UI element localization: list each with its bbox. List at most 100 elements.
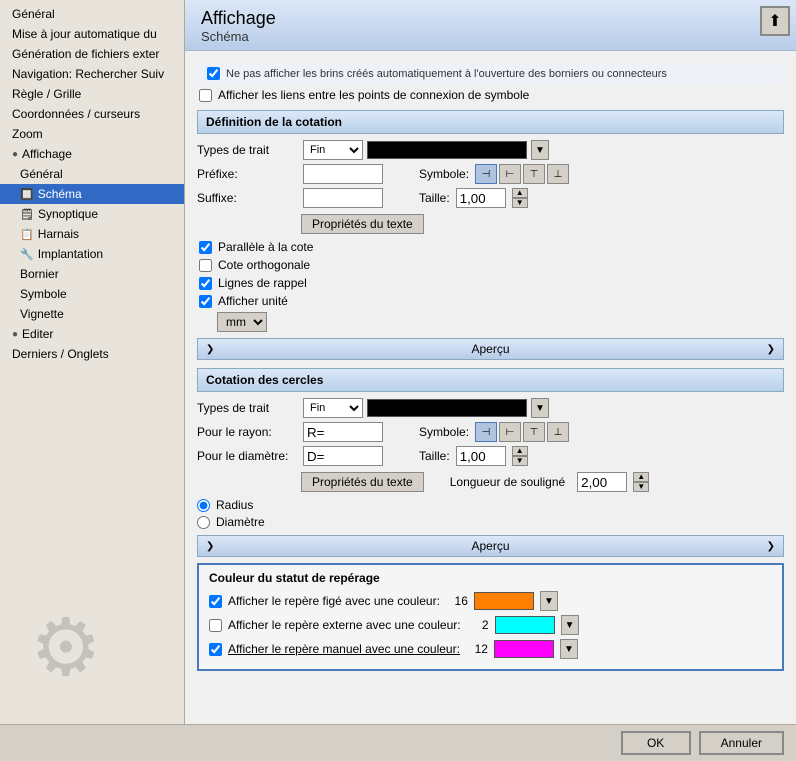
types-trait-label: Types de trait xyxy=(197,143,297,157)
sidebar-item-nav[interactable]: Navigation: Rechercher Suiv xyxy=(0,64,184,84)
sidebar-item-schema[interactable]: 🔲 Schéma ➤ xyxy=(0,184,184,204)
sidebar-item-affichage[interactable]: ● Affichage xyxy=(0,144,184,164)
lignes-rappel-checkbox[interactable] xyxy=(199,277,212,290)
chip-icon: 🔧 xyxy=(20,248,34,261)
line-style-preview-2 xyxy=(367,399,527,417)
color-dropdown-fige[interactable]: ▼ xyxy=(540,591,558,611)
sidebar-item-regle[interactable]: Règle / Grille xyxy=(0,84,184,104)
bottom-bar: OK Annuler xyxy=(0,724,796,761)
taille-input[interactable] xyxy=(456,188,506,208)
prefixe-label: Préfixe: xyxy=(197,167,297,181)
prefixe-input[interactable] xyxy=(303,164,383,184)
sym-btn-4[interactable]: ⊥ xyxy=(547,164,569,184)
spin-up-2[interactable]: ▲ xyxy=(512,446,528,456)
rayon-label: Pour le rayon: xyxy=(197,425,297,439)
rayon-row: Pour le rayon: Symbole: ⊣ ⊢ ⊤ ⊥ xyxy=(197,422,784,442)
radius-radio[interactable] xyxy=(197,499,210,512)
spin-up-3[interactable]: ▲ xyxy=(633,472,649,482)
notice-text-1: Ne pas afficher les brins créés automati… xyxy=(226,68,667,80)
types-trait-select[interactable]: Fin xyxy=(303,140,363,160)
suffixe-label: Suffixe: xyxy=(197,191,297,205)
props-text-button-2[interactable]: Propriétés du texte xyxy=(301,472,424,492)
notice-checkbox-2[interactable] xyxy=(199,89,212,102)
sym-btn-1[interactable]: ⊣ xyxy=(475,164,497,184)
rayon-input[interactable] xyxy=(303,422,383,442)
sidebar-label: Zoom xyxy=(12,127,43,141)
types-trait-select-2[interactable]: Fin xyxy=(303,398,363,418)
sym-btn-c4[interactable]: ⊥ xyxy=(547,422,569,442)
sym-btn-c2[interactable]: ⊢ xyxy=(499,422,521,442)
page-title: Affichage xyxy=(201,8,780,29)
section-header-definition: Définition de la cotation xyxy=(197,110,784,134)
line-style-preview xyxy=(367,141,527,159)
sym-btn-3[interactable]: ⊤ xyxy=(523,164,545,184)
spin-down-3[interactable]: ▼ xyxy=(633,482,649,492)
color-dropdown-externe[interactable]: ▼ xyxy=(561,615,579,635)
main-header: Affichage Schéma xyxy=(185,0,796,51)
suffixe-row: Suffixe: Taille: ▲ ▼ xyxy=(197,188,784,208)
sidebar-item-zoom[interactable]: Zoom xyxy=(0,124,184,144)
dropdown-arrow-2[interactable]: ▼ xyxy=(531,398,549,418)
apercu-bar-2[interactable]: ❯ Aperçu ❯ xyxy=(197,535,784,557)
orthogonale-checkbox[interactable] xyxy=(199,259,212,272)
color-checkbox-fige[interactable] xyxy=(209,595,222,608)
scroll-area[interactable]: Ne pas afficher les brins créés automati… xyxy=(185,51,796,724)
dropdown-arrow[interactable]: ▼ xyxy=(531,140,549,160)
sidebar-item-derniers[interactable]: Derniers / Onglets xyxy=(0,344,184,364)
sidebar-item-synoptique[interactable]: 🗒 Synoptique xyxy=(0,204,184,224)
sidebar-item-general[interactable]: Général xyxy=(0,4,184,24)
mm-select[interactable]: mm xyxy=(217,312,267,332)
sidebar-label: Editer xyxy=(22,327,53,341)
sidebar-item-affichage-general[interactable]: Général xyxy=(0,164,184,184)
sidebar-item-vignette[interactable]: Vignette xyxy=(0,304,184,324)
color-checkbox-manuel[interactable] xyxy=(209,643,222,656)
sym-btn-c1[interactable]: ⊣ xyxy=(475,422,497,442)
sidebar-item-maj[interactable]: Mise à jour automatique du xyxy=(0,24,184,44)
props-text-button-1[interactable]: Propriétés du texte xyxy=(301,214,424,234)
notice-checkbox-1[interactable] xyxy=(207,67,220,80)
afficher-unite-checkbox[interactable] xyxy=(199,295,212,308)
taille-input-2[interactable] xyxy=(456,446,506,466)
sidebar-item-gen[interactable]: Génération de fichiers exter xyxy=(0,44,184,64)
diametre-radio[interactable] xyxy=(197,516,210,529)
sidebar-label: Synoptique xyxy=(38,207,98,221)
color-checkbox-externe[interactable] xyxy=(209,619,222,632)
spin-down[interactable]: ▼ xyxy=(512,198,528,208)
color-dropdown-manuel[interactable]: ▼ xyxy=(560,639,578,659)
parallele-label: Parallèle à la cote xyxy=(218,240,313,254)
longueur-spinner: ▲ ▼ xyxy=(633,472,649,492)
sidebar-label: Implantation xyxy=(38,247,103,261)
parallele-row: Parallèle à la cote xyxy=(199,240,782,254)
sidebar-item-bornier[interactable]: Bornier xyxy=(0,264,184,284)
radius-row: Radius xyxy=(197,498,784,512)
color-swatch-externe xyxy=(495,616,555,634)
annuler-button[interactable]: Annuler xyxy=(699,731,784,755)
color-num-externe: 2 xyxy=(467,618,489,632)
spin-down-2[interactable]: ▼ xyxy=(512,456,528,466)
main-panel: ⬆ Affichage Schéma Ne pas afficher les b… xyxy=(185,0,796,724)
ok-button[interactable]: OK xyxy=(621,731,691,755)
suffixe-input[interactable] xyxy=(303,188,383,208)
longueur-input[interactable] xyxy=(577,472,627,492)
notice-row-2: Afficher les liens entre les points de c… xyxy=(199,88,782,102)
apercu-label-1: Aperçu xyxy=(471,342,509,356)
sym-btn-c3[interactable]: ⊤ xyxy=(523,422,545,442)
upload-icon: ⬆ xyxy=(768,11,781,31)
sidebar-item-harnais[interactable]: 📋 Harnais xyxy=(0,224,184,244)
diametre-input[interactable] xyxy=(303,446,383,466)
sidebar-item-editer[interactable]: ● Editer xyxy=(0,324,184,344)
sym-btn-2[interactable]: ⊢ xyxy=(499,164,521,184)
types-trait-row: Types de trait Fin ▼ xyxy=(197,140,784,160)
upload-button[interactable]: ⬆ xyxy=(760,6,790,36)
parallele-checkbox[interactable] xyxy=(199,241,212,254)
apercu-bar-1[interactable]: ❯ Aperçu ❯ xyxy=(197,338,784,360)
sidebar-item-implantation[interactable]: 🔧 Implantation xyxy=(0,244,184,264)
props-btn-row: Propriétés du texte xyxy=(301,212,784,236)
longueur-label: Longueur de souligné xyxy=(450,475,565,489)
symbole-label: Symbole: xyxy=(419,167,469,181)
sidebar-item-symbole[interactable]: Symbole xyxy=(0,284,184,304)
taille-label: Taille: xyxy=(419,191,450,205)
sidebar-item-coordonnees[interactable]: Coordonnées / curseurs xyxy=(0,104,184,124)
color-status-section: Couleur du statut de repérage Afficher l… xyxy=(197,563,784,671)
spin-up[interactable]: ▲ xyxy=(512,188,528,198)
